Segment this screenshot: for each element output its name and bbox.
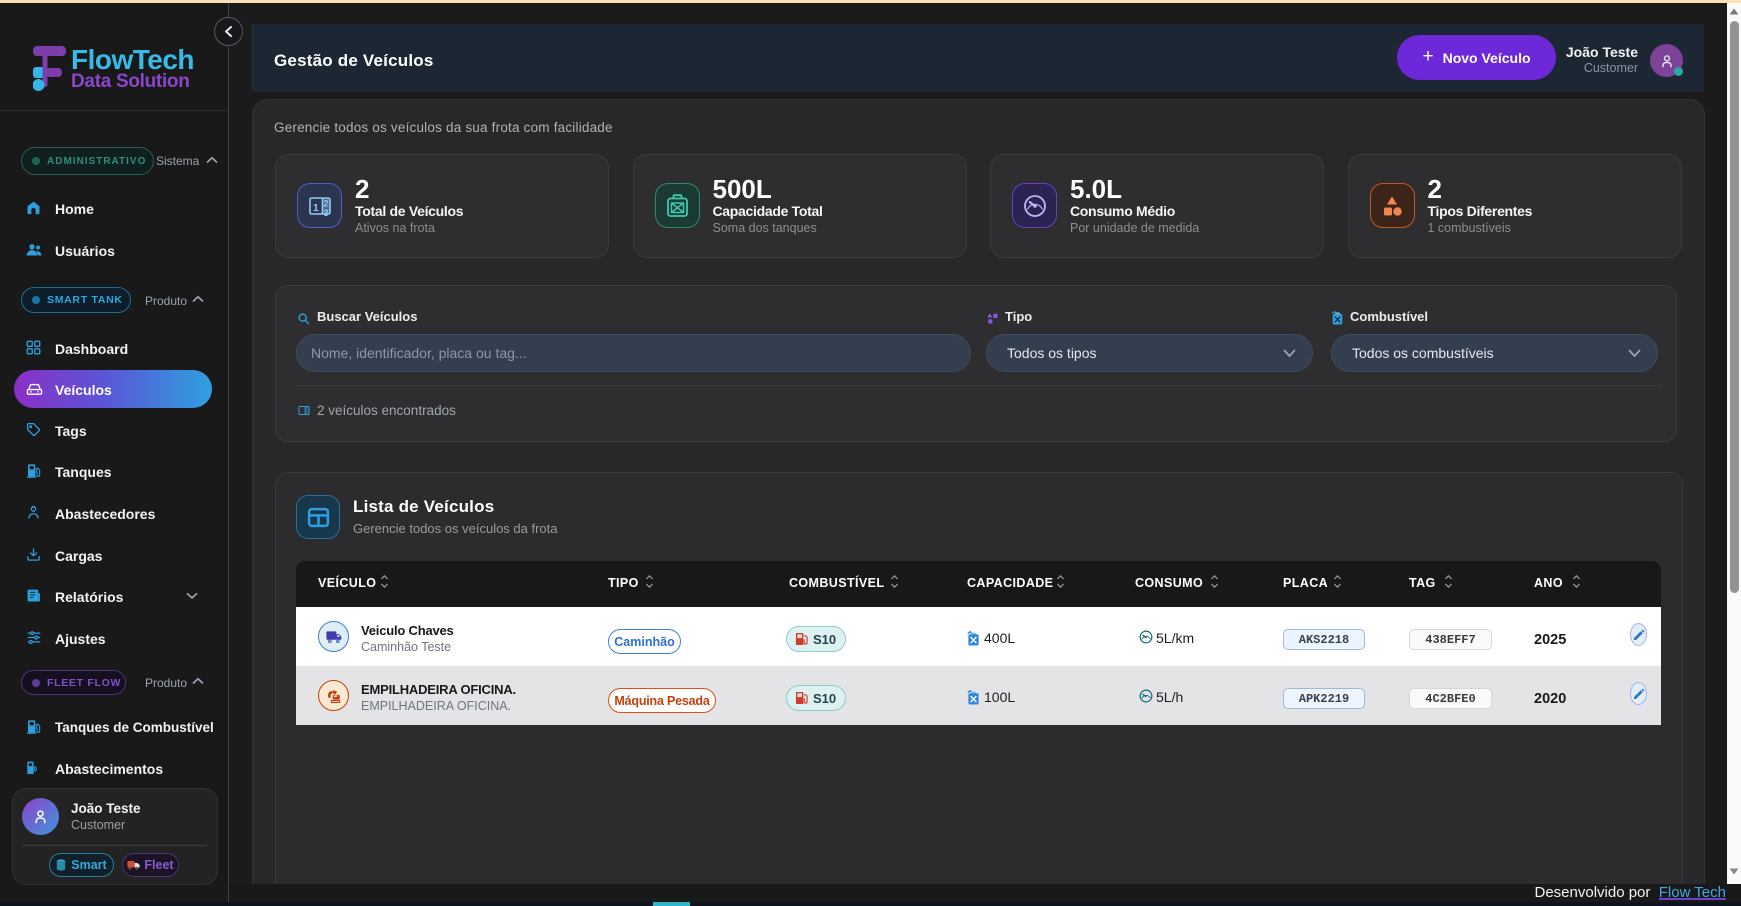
svg-text:2: 2 [323, 198, 328, 208]
svg-text:1: 1 [313, 202, 319, 214]
svg-text:3: 3 [323, 208, 328, 218]
